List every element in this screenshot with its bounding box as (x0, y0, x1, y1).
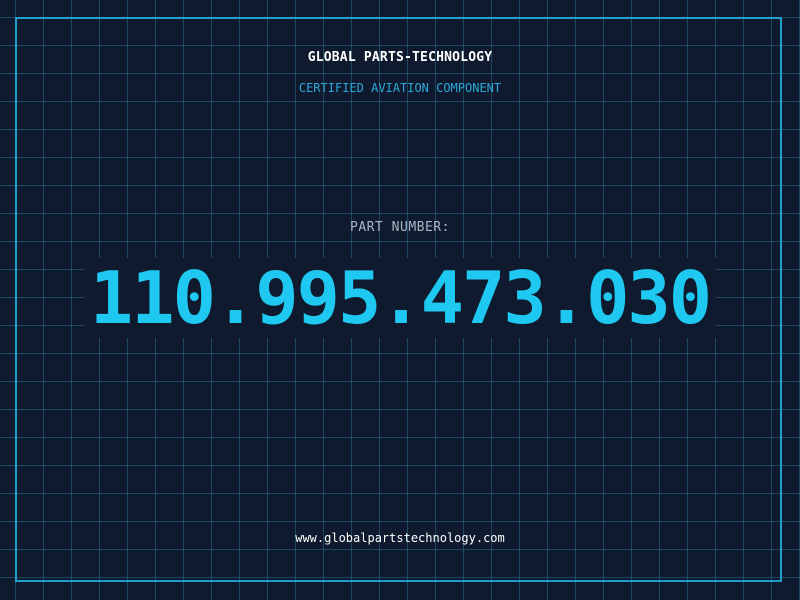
company-name: GLOBAL PARTS-TECHNOLOGY (307, 50, 493, 65)
website-url: www.globalpartstechnology.com (295, 531, 505, 545)
part-number-container: 110.995.473.030 (0, 258, 800, 338)
certification-subtitle: CERTIFIED AVIATION COMPONENT (298, 81, 502, 95)
part-number-value: 110.995.473.030 (83, 258, 717, 338)
label-card: GLOBAL PARTS-TECHNOLOGY CERTIFIED AVIATI… (0, 0, 800, 600)
part-number-label: PART NUMBER: (350, 220, 450, 235)
